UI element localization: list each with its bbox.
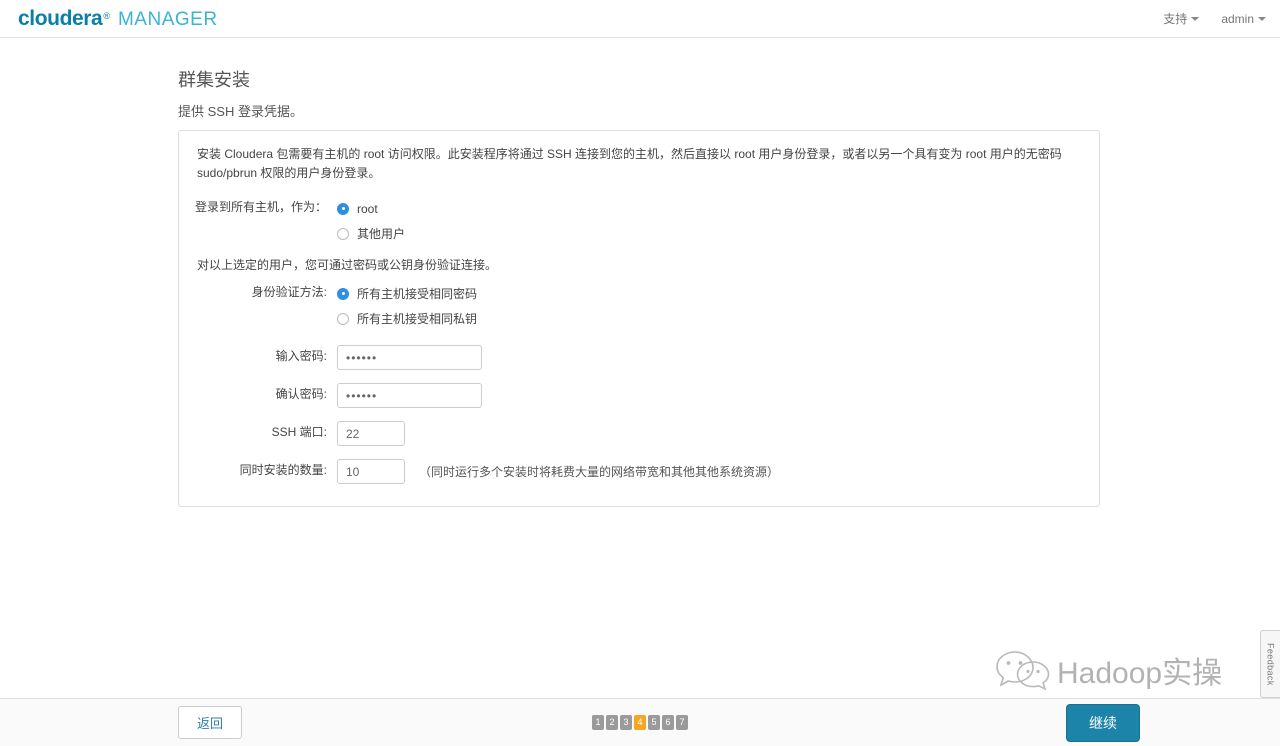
radio-icon-selected[interactable] (337, 202, 349, 215)
wizard-step-5[interactable]: 5 (648, 715, 660, 730)
login-as-option-root[interactable]: root (337, 196, 378, 221)
continue-button[interactable]: 继续 (1066, 703, 1140, 742)
auth-method-option-privatekey-label: 所有主机接受相同私钥 (357, 312, 478, 327)
auth-method-label: 身份验证方法: (251, 285, 327, 300)
login-as-row: 登录到所有主机，作为： root 其他用户 (195, 196, 1083, 246)
wizard-step-4[interactable]: 4 (634, 715, 646, 730)
login-as-option-other-label: 其他用户 (357, 227, 406, 242)
ssh-port-row: SSH 端口: (195, 421, 1083, 447)
brand-name-primary: cloudera (18, 6, 103, 30)
confirm-password-row: 确认密码: (195, 383, 1083, 409)
auth-method-option-privatekey[interactable]: 所有主机接受相同私钥 (337, 306, 477, 331)
main-content: 群集安装 提供 SSH 登录凭据。 安装 Cloudera 包需要有主机的 ro… (0, 38, 1280, 698)
wizard-footer: 返回 1 2 3 4 5 6 7 继续 (0, 698, 1280, 746)
wizard-step-6[interactable]: 6 (662, 715, 674, 730)
wizard-step-2[interactable]: 2 (606, 715, 618, 730)
wizard-step-7[interactable]: 7 (676, 715, 688, 730)
password-label: 输入密码: (275, 349, 327, 364)
radio-icon-selected[interactable] (337, 287, 349, 300)
wizard-step-3[interactable]: 3 (620, 715, 632, 730)
auth-method-option-password[interactable]: 所有主机接受相同密码 (337, 281, 477, 306)
radio-icon-unselected[interactable] (337, 312, 349, 325)
chevron-down-icon (1258, 16, 1266, 21)
auth-note: 对以上选定的用户，您可通过密码或公钥身份验证连接。 (197, 258, 498, 273)
page-title: 群集安装 (178, 70, 250, 90)
brand-name-secondary: MANAGER (117, 8, 218, 30)
app-root: cloudera ® MANAGER 支持 admin 群集安装 提供 SSH 登… (0, 0, 1280, 746)
concurrent-installs-control: （同时运行多个安装时将耗费大量的网络带宽和其他其他系统资源） (337, 459, 1083, 485)
auth-method-radio-group: 所有主机接受相同密码 所有主机接受相同私钥 (337, 281, 1083, 331)
login-as-radio-group: root 其他用户 (337, 196, 1083, 246)
support-menu-label: 支持 (1163, 12, 1188, 26)
page-subtitle: 提供 SSH 登录凭据。 (178, 104, 303, 119)
confirm-password-label: 确认密码: (275, 387, 327, 402)
ssh-port-input[interactable] (337, 421, 405, 447)
login-as-option-other[interactable]: 其他用户 (337, 221, 405, 246)
password-row: 输入密码: (195, 345, 1083, 371)
auth-method-row: 身份验证方法: 所有主机接受相同密码 所有主机接受相同私钥 (195, 281, 1083, 331)
password-control (337, 345, 1083, 371)
ssh-credentials-panel: 安装 Cloudera 包需要有主机的 root 访问权限。此安装程序将通过 S… (178, 130, 1100, 508)
user-menu[interactable]: admin (1221, 12, 1266, 26)
concurrent-installs-row: 同时安装的数量: （同时运行多个安装时将耗费大量的网络带宽和其他其他系统资源） (195, 459, 1083, 485)
cloudera-manager-logo[interactable]: cloudera ® MANAGER (18, 7, 218, 31)
top-navigation-right: 支持 admin (1163, 10, 1266, 27)
concurrent-installs-label: 同时安装的数量: (239, 463, 327, 478)
concurrent-installs-hint: （同时运行多个安装时将耗费大量的网络带宽和其他其他系统资源） (419, 465, 780, 480)
login-as-option-root-label: root (357, 201, 378, 216)
wizard-step-indicator: 1 2 3 4 5 6 7 (592, 715, 688, 730)
login-as-label: 登录到所有主机，作为： (195, 200, 328, 215)
ssh-port-label: SSH 端口: (271, 425, 327, 440)
password-input[interactable] (337, 345, 482, 371)
top-navigation-bar: cloudera ® MANAGER 支持 admin (0, 0, 1280, 38)
panel-description: 安装 Cloudera 包需要有主机的 root 访问权限。此安装程序将通过 S… (197, 147, 1062, 180)
wizard-step-1[interactable]: 1 (592, 715, 604, 730)
feedback-tab-label: Feedback (1265, 642, 1276, 686)
back-button[interactable]: 返回 (178, 706, 243, 739)
chevron-down-icon (1191, 16, 1200, 21)
concurrent-installs-input[interactable] (337, 459, 405, 485)
feedback-tab[interactable]: Feedback (1260, 630, 1280, 698)
radio-icon-unselected[interactable] (337, 227, 349, 240)
auth-method-option-password-label: 所有主机接受相同密码 (357, 287, 478, 302)
ssh-port-control (337, 421, 1083, 447)
support-menu[interactable]: 支持 (1163, 10, 1200, 27)
confirm-password-control (337, 383, 1083, 409)
confirm-password-input[interactable] (337, 383, 482, 409)
brand-registered-mark: ® (103, 10, 110, 21)
user-menu-label: admin (1221, 11, 1254, 26)
